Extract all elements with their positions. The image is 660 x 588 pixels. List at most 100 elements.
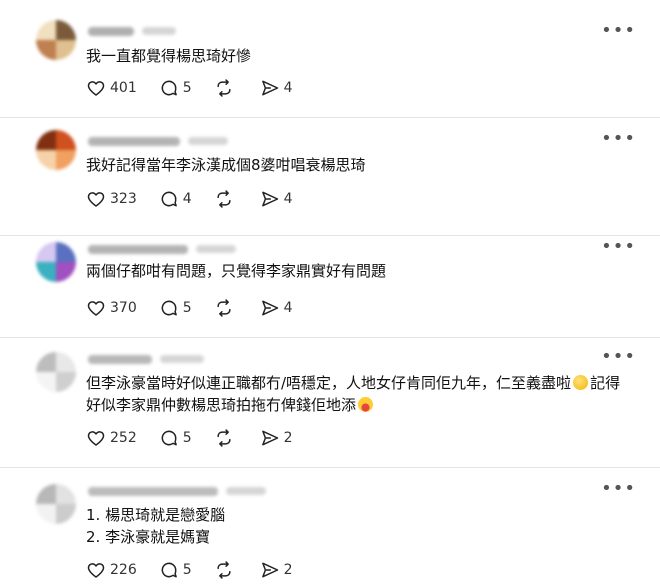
reply-count: 5 [182, 300, 192, 316]
comment-line-text-tail: 記得 [590, 374, 621, 392]
comment-feed: ••• 我一直都覺得楊思琦好慘 401 5 4 ••• 我好記得當年李泳漢成個8… [0, 0, 660, 588]
username-blurred[interactable] [88, 244, 188, 254]
timestamp-blurred [188, 137, 228, 145]
comment-line-text: 好似李家鼎仲數楊思琦拍拖冇俾錢佢地添 [86, 396, 357, 414]
action-bar: 323 4 4 [86, 189, 315, 209]
like-button[interactable]: 401 [86, 78, 137, 98]
send-icon [261, 191, 278, 207]
comment-post: ••• 但李泳豪當時好似連正職都冇/唔穩定，人地女仔肯同佢九年，仁至義盡啦 記得 … [0, 338, 660, 468]
repost-icon [217, 299, 231, 317]
post-header [88, 20, 176, 42]
reply-bubble-icon [161, 562, 177, 578]
repost-button[interactable] [214, 560, 238, 580]
avatar[interactable] [36, 20, 76, 60]
repost-icon [217, 79, 231, 97]
repost-icon [217, 561, 231, 579]
username-blurred[interactable] [88, 354, 152, 364]
like-button[interactable]: 226 [86, 560, 137, 580]
reply-count: 5 [182, 80, 192, 96]
comment-post: ••• 我一直都覺得楊思琦好慘 401 5 4 [0, 0, 660, 118]
timestamp-blurred [196, 245, 236, 253]
comment-line: 兩個仔都咁有問題，只覺得李家鼎實好有問題 [86, 262, 387, 280]
share-button[interactable]: 2 [260, 428, 293, 448]
like-button[interactable]: 252 [86, 428, 137, 448]
send-icon [261, 80, 278, 96]
share-button[interactable]: 4 [260, 78, 293, 98]
like-button[interactable]: 370 [86, 298, 137, 318]
more-options-icon[interactable]: ••• [601, 238, 636, 256]
comment-text: 兩個仔都咁有問題，只覺得李家鼎實好有問題 [86, 260, 386, 282]
repost-button[interactable] [214, 78, 238, 98]
more-options-icon[interactable]: ••• [601, 22, 636, 40]
grinning-face-emoji-icon [573, 375, 589, 390]
reply-bubble-icon [161, 191, 177, 207]
comment-line: 1. 楊思琦就是戀愛腦 [86, 506, 226, 524]
reply-count: 4 [182, 191, 192, 207]
like-count: 323 [110, 191, 137, 207]
share-count: 2 [283, 562, 293, 578]
reply-button[interactable]: 4 [159, 189, 192, 209]
post-header [88, 348, 204, 370]
action-bar: 370 5 4 [86, 298, 315, 318]
repost-button[interactable] [214, 428, 238, 448]
like-count: 401 [110, 80, 137, 96]
share-button[interactable]: 4 [260, 298, 293, 318]
avatar[interactable] [36, 484, 76, 524]
reply-count: 5 [182, 430, 192, 446]
comment-post: ••• 兩個仔都咁有問題，只覺得李家鼎實好有問題 370 5 4 [0, 236, 660, 338]
reply-button[interactable]: 5 [159, 298, 192, 318]
avatar[interactable] [36, 130, 76, 170]
reply-bubble-icon [161, 300, 177, 316]
share-count: 4 [283, 80, 293, 96]
timestamp-blurred [142, 27, 176, 35]
repost-icon [217, 190, 231, 208]
timestamp-blurred [160, 355, 204, 363]
heart-icon [87, 563, 105, 578]
avatar[interactable] [36, 352, 76, 392]
repost-button[interactable] [214, 189, 238, 209]
post-header [88, 238, 236, 260]
comment-line: 好似李家鼎仲數楊思琦拍拖冇俾錢佢地添 [86, 394, 620, 416]
share-button[interactable]: 2 [260, 560, 293, 580]
share-count: 4 [283, 191, 293, 207]
send-icon [261, 430, 278, 446]
username-blurred[interactable] [88, 26, 134, 36]
username-blurred[interactable] [88, 136, 180, 146]
timestamp-blurred [226, 487, 266, 495]
heart-icon [87, 301, 105, 316]
reply-bubble-icon [161, 430, 177, 446]
post-header [88, 130, 228, 152]
like-count: 370 [110, 300, 137, 316]
action-bar: 401 5 4 [86, 78, 315, 98]
more-options-icon[interactable]: ••• [601, 348, 636, 366]
like-count: 226 [110, 562, 137, 578]
avatar[interactable] [36, 242, 76, 282]
send-icon [261, 562, 278, 578]
more-options-icon[interactable]: ••• [601, 130, 636, 148]
send-icon [261, 300, 278, 316]
reply-bubble-icon [161, 80, 177, 96]
share-button[interactable]: 4 [260, 189, 293, 209]
reply-button[interactable]: 5 [159, 560, 192, 580]
comment-text: 我好記得當年李泳漢成個8婆咁唱衰楊思琦 [86, 154, 366, 176]
action-bar: 252 5 2 [86, 428, 315, 448]
comment-text: 1. 楊思琦就是戀愛腦 2. 李泳豪就是媽寶 [86, 504, 225, 548]
share-count: 2 [283, 430, 293, 446]
like-button[interactable]: 323 [86, 189, 137, 209]
reply-count: 5 [182, 562, 192, 578]
heart-icon [87, 81, 105, 96]
reply-button[interactable]: 5 [159, 78, 192, 98]
comment-line: 我好記得當年李泳漢成個8婆咁唱衰楊思琦 [86, 156, 366, 174]
comment-text: 但李泳豪當時好似連正職都冇/唔穩定，人地女仔肯同佢九年，仁至義盡啦 記得 好似李家… [86, 372, 620, 416]
username-blurred[interactable] [88, 486, 218, 496]
post-header [88, 480, 266, 502]
like-count: 252 [110, 430, 137, 446]
comment-line: 但李泳豪當時好似連正職都冇/唔穩定，人地女仔肯同佢九年，仁至義盡啦 記得 [86, 372, 620, 394]
repost-button[interactable] [214, 298, 238, 318]
laughing-face-emoji-icon [358, 397, 374, 412]
comment-line: 2. 李泳豪就是媽寶 [86, 528, 211, 546]
reply-button[interactable]: 5 [159, 428, 192, 448]
heart-icon [87, 192, 105, 207]
comment-post: ••• 1. 楊思琦就是戀愛腦 2. 李泳豪就是媽寶 226 5 2 [0, 468, 660, 588]
more-options-icon[interactable]: ••• [601, 480, 636, 498]
